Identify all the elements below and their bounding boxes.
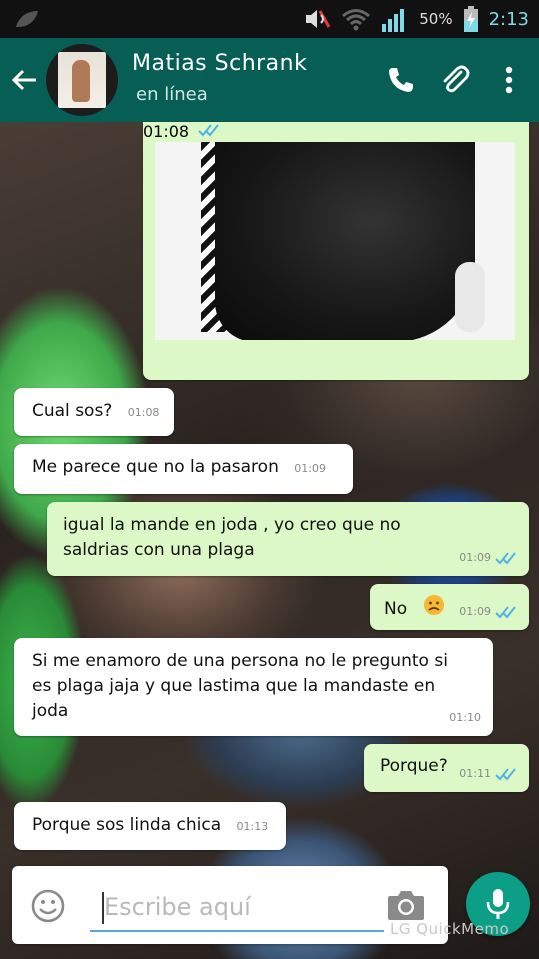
header-actions xyxy=(377,38,539,122)
message-time: 01:11 xyxy=(459,767,491,780)
call-button[interactable] xyxy=(377,56,425,104)
image-message[interactable]: 01:08 xyxy=(143,122,529,380)
message-meta: 01:09 xyxy=(459,545,517,570)
message-bubble[interactable]: Si me enamoro de una persona no le pregu… xyxy=(14,638,493,736)
message-bubble[interactable]: No 01:09 xyxy=(370,584,529,630)
message-text: Porque sos linda chica xyxy=(32,815,222,835)
overflow-menu-button[interactable] xyxy=(485,56,533,104)
mute-icon xyxy=(303,7,331,31)
message-meta: 01:10 xyxy=(449,705,481,730)
phone-icon xyxy=(389,68,413,92)
contact-avatar[interactable] xyxy=(46,44,118,116)
message-time: 01:08 xyxy=(143,122,190,141)
message-text: Cual sos? xyxy=(32,401,113,421)
message-text: Porque? xyxy=(380,756,448,776)
sad-face-emoji-icon xyxy=(423,594,445,624)
message-input[interactable] xyxy=(90,884,384,932)
emoji-icon[interactable] xyxy=(30,888,66,924)
quickmemo-watermark: LG QuickMemo xyxy=(390,920,510,938)
battery-percent: 50% xyxy=(419,10,453,28)
attach-button[interactable] xyxy=(431,56,479,104)
camera-icon[interactable] xyxy=(386,888,426,922)
message-time: 01:09 xyxy=(459,551,491,564)
microphone-icon xyxy=(486,889,510,919)
double-check-icon xyxy=(495,551,516,564)
message-text: igual la mande en joda , yo creo que no … xyxy=(63,515,401,560)
back-button[interactable] xyxy=(2,38,46,122)
status-bar: 50% 2:13 xyxy=(0,0,539,38)
message-time: 01:13 xyxy=(236,820,269,833)
signal-icon xyxy=(381,6,409,32)
message-time: 01:10 xyxy=(449,711,481,724)
message-bubble[interactable]: Porque? 01:11 xyxy=(364,744,529,792)
chat-header: Matias Schrank en línea xyxy=(0,38,539,122)
paperclip-icon xyxy=(443,65,470,93)
text-cursor xyxy=(102,892,104,924)
battery-charging-icon xyxy=(463,6,479,32)
message-text: Si me enamoro de una persona no le pregu… xyxy=(32,651,448,721)
contact-name: Matias Schrank xyxy=(132,51,308,76)
compose-bar xyxy=(12,866,448,944)
message-text: Me parece que no la pasaron xyxy=(32,457,279,477)
double-check-icon xyxy=(198,124,219,137)
message-time: 01:08 xyxy=(127,406,160,419)
wifi-icon xyxy=(341,7,371,31)
message-bubble[interactable]: igual la mande en joda , yo creo que no … xyxy=(47,502,529,576)
double-check-icon xyxy=(495,605,516,618)
arrow-left-icon xyxy=(11,69,36,91)
message-text: No xyxy=(384,599,408,619)
message-photo[interactable] xyxy=(155,142,515,340)
status-time: 2:13 xyxy=(488,8,529,30)
double-check-icon xyxy=(495,767,516,780)
message-bubble[interactable]: Porque sos linda chica 01:13 xyxy=(14,802,286,850)
message-time: 01:09 xyxy=(294,462,326,475)
message-bubble[interactable]: Cual sos? 01:08 xyxy=(14,388,174,436)
message-meta: 01:11 xyxy=(459,761,517,786)
message-time: 01:09 xyxy=(459,605,491,618)
message-meta: 01:09 xyxy=(459,599,517,624)
contact-status: en línea xyxy=(136,84,208,105)
message-meta: 01:08 xyxy=(143,122,529,141)
contact-info[interactable]: Matias Schrank en línea xyxy=(132,51,307,105)
message-bubble[interactable]: Me parece que no la pasaron 01:09 xyxy=(14,444,353,494)
leaf-icon xyxy=(16,11,38,27)
more-vertical-icon xyxy=(505,66,513,94)
